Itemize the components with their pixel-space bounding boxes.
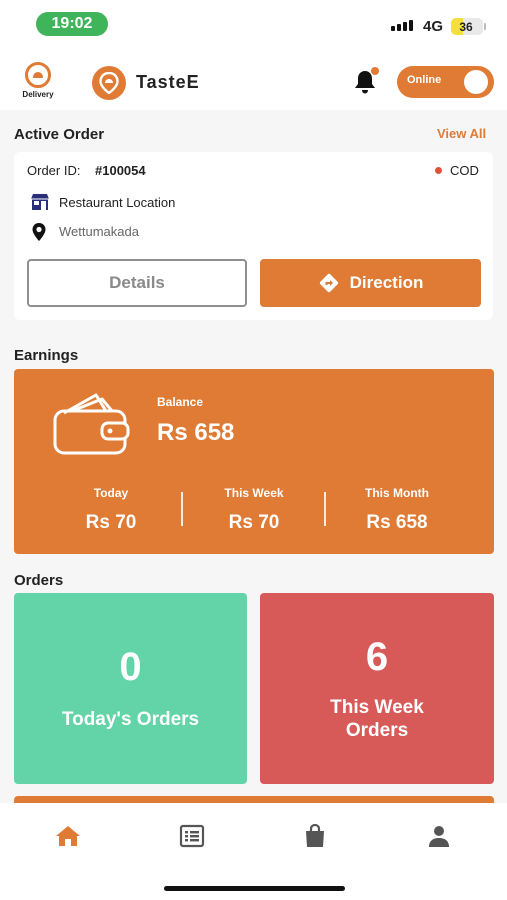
profile-icon[interactable] [424, 821, 454, 851]
active-order-card: Order ID: #100054 COD Restaurant Locatio… [14, 152, 493, 320]
signal-icon [391, 20, 413, 31]
payment-method: COD [450, 163, 479, 178]
brand-name: TasteE [136, 72, 200, 92]
earnings-divider [324, 492, 326, 526]
active-order-title: Active Order [14, 126, 105, 143]
delivery-logo-text: Delivery [22, 90, 54, 99]
week-orders-label-line1: This Week [330, 697, 424, 718]
restaurant-store-icon [30, 193, 50, 211]
week-earnings-label: This Week [224, 486, 284, 500]
delivery-logo-icon [25, 62, 51, 88]
online-toggle-knob [464, 70, 488, 94]
delivery-logo: Delivery [18, 62, 58, 99]
week-orders-count: 6 [365, 635, 389, 679]
network-type: 4G [423, 18, 444, 35]
today-earnings-label: Today [93, 486, 129, 500]
today-earnings-value: Rs 70 [85, 512, 137, 533]
list-icon[interactable] [177, 821, 207, 851]
home-icon[interactable] [53, 821, 83, 851]
direction-icon [319, 273, 338, 293]
details-button-label: Details [109, 273, 165, 292]
status-bar: 19:02 4G 36 [0, 0, 507, 46]
details-button[interactable]: Details [27, 259, 247, 307]
restaurant-location: Restaurant Location [59, 195, 176, 210]
balance-value: Rs 658 [157, 419, 235, 446]
status-time: 19:02 [36, 12, 108, 36]
todays-orders-count: 0 [119, 645, 142, 689]
order-id-value: #100054 [95, 163, 146, 178]
week-earnings-value: Rs 70 [228, 512, 280, 533]
balance-label: Balance [157, 395, 204, 409]
earnings-divider [181, 492, 183, 526]
shopping-bag-icon[interactable] [300, 821, 330, 851]
view-all-link[interactable]: View All [437, 126, 486, 141]
week-orders-card[interactable]: 6 This Week Orders [260, 593, 494, 784]
battery-level: 36 [459, 19, 473, 34]
earnings-card: Balance Rs 658 Today Rs 70 This Week Rs … [14, 369, 494, 554]
month-earnings-value: Rs 658 [366, 512, 428, 533]
delivery-location: Wettumakada [59, 224, 139, 239]
orders-title: Orders [14, 572, 64, 589]
payment-status-dot [435, 167, 442, 174]
home-indicator [164, 886, 345, 891]
brand-logo-icon [92, 66, 126, 100]
online-toggle-label: Online [407, 74, 442, 86]
direction-button[interactable]: Direction [260, 259, 481, 307]
order-id-label: Order ID: [27, 163, 81, 178]
battery-icon: 36 [451, 18, 483, 35]
month-earnings-label: This Month [365, 486, 429, 500]
notification-badge [371, 67, 379, 75]
location-pin-icon [31, 222, 47, 242]
online-toggle[interactable]: Online [397, 66, 494, 98]
todays-orders-card[interactable]: 0 Today's Orders [14, 593, 247, 784]
app-header: Delivery TasteE Online [0, 46, 507, 110]
wallet-icon [53, 393, 130, 455]
earnings-title: Earnings [14, 347, 79, 364]
battery-tip [484, 23, 486, 30]
todays-orders-label: Today's Orders [61, 709, 200, 730]
direction-button-label: Direction [349, 273, 424, 292]
bottom-nav [0, 803, 507, 900]
week-orders-label-line2: Orders [345, 720, 409, 741]
